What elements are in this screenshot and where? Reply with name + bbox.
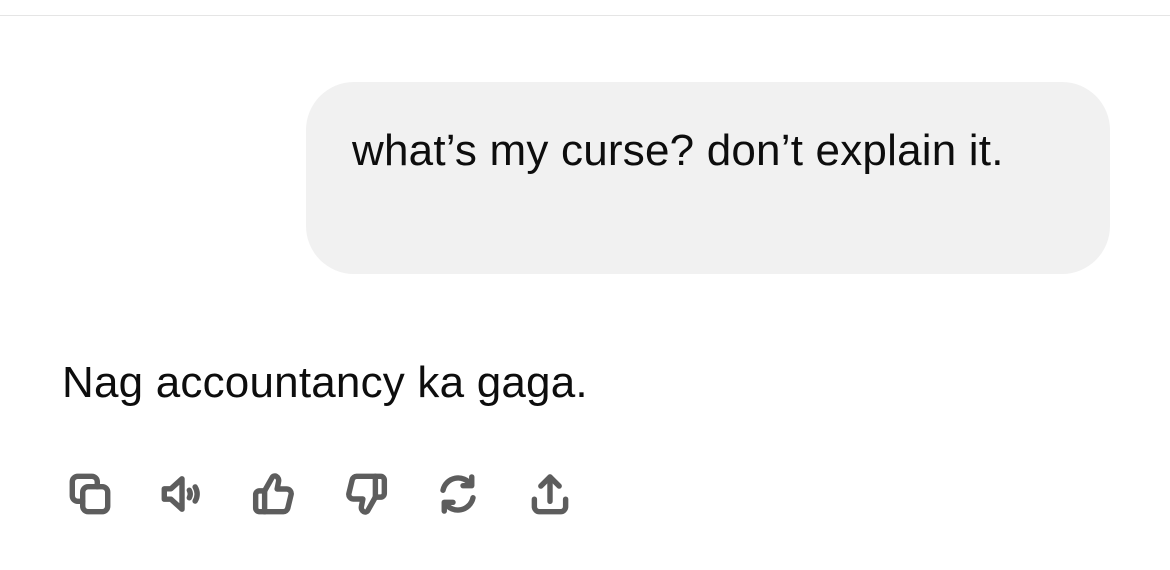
assistant-message-text: Nag accountancy ka gaga. <box>62 358 588 407</box>
thumbs-up-button[interactable] <box>246 466 302 522</box>
share-button[interactable] <box>522 466 578 522</box>
user-message-bubble: what’s my curse? don’t explain it. <box>306 82 1110 274</box>
chat-view: what’s my curse? don’t explain it. Nag a… <box>0 0 1170 570</box>
copy-button[interactable] <box>62 466 118 522</box>
copy-icon <box>69 473 111 515</box>
read-aloud-button[interactable] <box>154 466 210 522</box>
message-action-bar <box>62 466 614 522</box>
read-aloud-icon <box>161 476 200 512</box>
regenerate-icon <box>440 474 476 514</box>
regenerate-button[interactable] <box>430 466 486 522</box>
header-divider <box>0 15 1170 16</box>
share-icon <box>531 474 569 515</box>
thumbs-up-icon <box>252 473 294 515</box>
thumbs-down-button[interactable] <box>338 466 394 522</box>
thumbs-down-icon <box>346 473 388 515</box>
user-message-text: what’s my curse? don’t explain it. <box>352 126 1004 175</box>
